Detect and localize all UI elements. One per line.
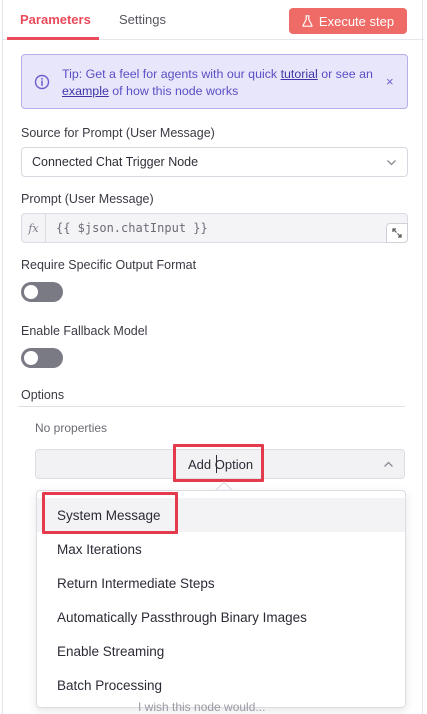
option-system-message[interactable]: System Message [37,498,405,532]
tab-parameters[interactable]: Parameters [20,12,91,27]
options-divider [18,406,405,407]
tip-callout: Tip: Get a feel for agents with our quic… [21,54,408,109]
close-icon[interactable]: × [386,74,394,89]
chevron-down-icon [387,160,396,166]
fallback-label: Enable Fallback Model [21,324,148,338]
tip-prefix: Tip: Get a feel for agents with our quic… [62,67,281,81]
toggle-knob [24,285,38,299]
tip-text: Tip: Get a feel for agents with our quic… [62,66,382,100]
tip-middle: or see an [317,67,373,81]
expand-icon [392,228,402,238]
execute-step-label: Execute step [318,13,395,29]
add-option-label: Add Option [188,457,254,472]
option-return-intermediate-steps[interactable]: Return Intermediate Steps [37,566,405,600]
options-label: Options [21,388,65,402]
option-enable-streaming[interactable]: Enable Streaming [37,634,405,668]
expand-editor-button[interactable] [386,223,408,243]
option-passthrough-binary-images[interactable]: Automatically Passthrough Binary Images [37,600,405,634]
source-select[interactable]: Connected Chat Trigger Node [21,147,408,177]
prompt-expression-field[interactable]: fx {{ $json.chatInput }} [21,213,408,243]
fx-icon: fx [22,214,46,242]
tip-suffix: of how this node works [108,84,239,98]
tutorial-link[interactable]: tutorial [281,67,318,81]
tab-settings[interactable]: Settings [119,12,166,27]
prompt-expression-value: {{ $json.chatInput }} [56,221,208,235]
chevron-up-icon [384,461,393,467]
flask-icon [302,15,313,27]
option-max-iterations[interactable]: Max Iterations [37,532,405,566]
require-output-toggle[interactable] [21,282,63,302]
option-batch-processing[interactable]: Batch Processing [37,668,405,702]
info-icon [34,74,50,90]
source-label: Source for Prompt (User Message) [21,126,215,140]
tab-bar: Parameters Settings Execute step [3,0,424,40]
example-link[interactable]: example [62,84,109,98]
options-dropdown: System Message Max Iterations Return Int… [36,490,406,708]
require-output-label: Require Specific Output Format [21,258,197,272]
feedback-link[interactable]: I wish this node would... [138,700,265,714]
source-value: Connected Chat Trigger Node [32,155,199,169]
execute-step-button[interactable]: Execute step [289,8,407,34]
text-cursor [216,455,217,473]
active-tab-indicator [7,37,99,40]
toggle-knob [24,351,38,365]
prompt-label: Prompt (User Message) [21,192,154,206]
no-properties-text: No properties [35,421,108,435]
fallback-toggle[interactable] [21,348,63,368]
